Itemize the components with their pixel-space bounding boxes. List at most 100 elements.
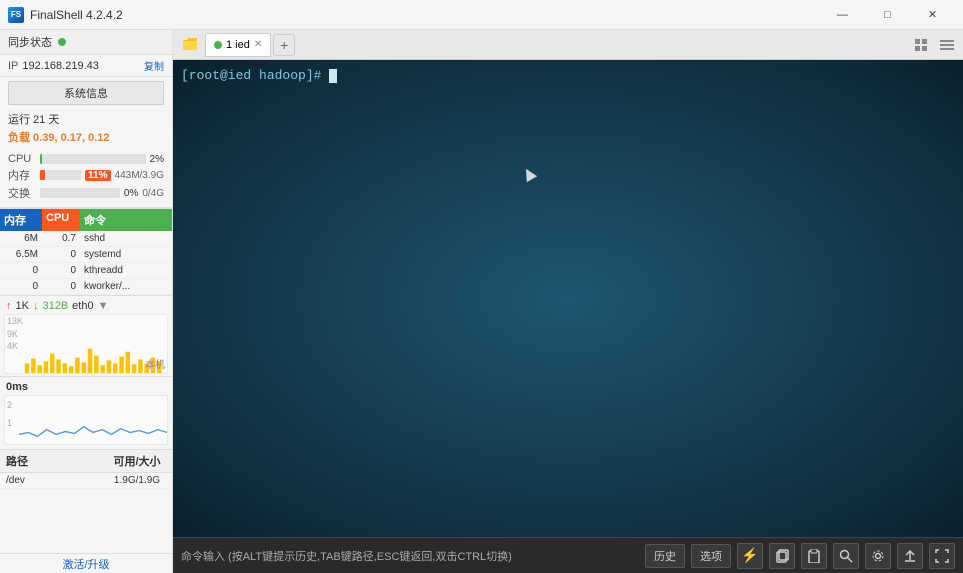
net-header: ↑ 1K ↓ 312B eth0 ▼ — [0, 298, 172, 314]
net-label-9k: 9K — [7, 328, 23, 341]
activation-button[interactable]: 激活/升级 — [0, 553, 172, 573]
proc-header-cpu: CPU — [42, 209, 80, 231]
proc-row: 0 0 kthreadd — [0, 263, 172, 279]
net-expand-icon[interactable]: ▼ — [98, 300, 109, 312]
cpu-bar — [40, 154, 42, 164]
proc-row: 0 0 kworker/... — [0, 279, 172, 295]
net-up-value: 1K — [16, 300, 29, 312]
minimize-button[interactable]: — — [820, 0, 865, 30]
terminal[interactable]: [root@ied hadoop]# — [173, 60, 963, 537]
ping-chart: 2 1 — [4, 395, 168, 445]
net-chart-local-label: 本机 — [145, 356, 165, 371]
options-button[interactable]: 选项 — [691, 544, 731, 568]
paste-button[interactable] — [801, 543, 827, 569]
terminal-prompt: [root@ied hadoop]# — [181, 68, 321, 83]
window-title: FinalShell 4.2.4.2 — [30, 8, 820, 22]
add-tab-button[interactable]: + — [273, 34, 295, 56]
upload-button[interactable] — [897, 543, 923, 569]
search-button[interactable] — [833, 543, 859, 569]
folder-button[interactable] — [177, 33, 203, 57]
proc-cpu: 0 — [42, 263, 80, 278]
ping-value: 0ms — [6, 381, 28, 393]
proc-mem: 6.5M — [0, 247, 42, 262]
proc-cmd: sshd — [80, 231, 172, 246]
disk-rows: /dev 1.9G/1.9G — [0, 473, 172, 489]
proc-header-cmd: 命令 — [80, 209, 172, 231]
menu-button[interactable] — [935, 33, 959, 57]
swap-bar-container — [40, 188, 120, 198]
swap-pct: 0% — [124, 188, 138, 199]
disk-header: 路径 可用/大小 — [0, 450, 172, 473]
sidebar: 同步状态 IP 192.168.219.43 复制 系统信息 运行 21 天 负… — [0, 30, 173, 573]
proc-rows: 6M 0.7 sshd 6.5M 0 systemd 0 0 kthreadd … — [0, 231, 172, 295]
tab-label: 1 ied — [226, 39, 250, 51]
fullscreen-button[interactable] — [929, 543, 955, 569]
disk-header-path: 路径 — [0, 450, 102, 472]
swap-label: 交换 — [8, 185, 36, 201]
cursor-block — [329, 69, 337, 83]
arrow-down-icon: ↓ — [33, 300, 39, 312]
net-iface: eth0 — [72, 300, 93, 312]
tab-bar: 1 ied ✕ + — [173, 30, 963, 60]
tab-1-ied[interactable]: 1 ied ✕ — [205, 33, 271, 57]
mem-label: 内存 — [8, 167, 36, 183]
swap-stat-row: 交换 0% 0/4G — [8, 185, 164, 201]
ping-chart-labels: 2 1 — [7, 396, 12, 432]
net-section: ↑ 1K ↓ 312B eth0 ▼ 13K 9K 4K — [0, 295, 172, 376]
ip-value: 192.168.219.43 — [22, 60, 98, 72]
copy-icon — [775, 549, 789, 563]
grid-icon — [914, 38, 928, 52]
net-down-value: 312B — [42, 300, 68, 312]
net-label-4k: 4K — [7, 340, 23, 353]
copy-button[interactable] — [769, 543, 795, 569]
net-chart: 13K 9K 4K — [4, 314, 168, 374]
app-icon: FS — [8, 7, 24, 23]
cmd-bar: 命令输入 (按ALT键提示历史,TAB键路径,ESC键返回,双击CTRL切换) … — [173, 537, 963, 573]
mouse-cursor — [521, 166, 537, 182]
mem-pct-badge: 11% — [85, 170, 110, 181]
disk-path: /dev — [0, 473, 102, 488]
ip-label: IP — [8, 60, 18, 72]
arrow-up-icon: ↑ — [6, 300, 12, 312]
ping-label-2: 2 — [7, 396, 12, 414]
disk-section: 路径 可用/大小 /dev 1.9G/1.9G — [0, 449, 172, 553]
copy-ip-button[interactable]: 复制 — [144, 58, 164, 73]
ping-chart-svg — [19, 396, 167, 444]
upload-icon — [903, 549, 917, 563]
mem-bar-container — [40, 170, 81, 180]
main-layout: 同步状态 IP 192.168.219.43 复制 系统信息 运行 21 天 负… — [0, 30, 963, 573]
mem-value: 443M/3.9G — [115, 170, 164, 181]
proc-mem: 0 — [0, 279, 42, 294]
right-panel: 1 ied ✕ + — [173, 30, 963, 573]
history-button[interactable]: 历史 — [645, 544, 685, 568]
hamburger-icon — [940, 39, 954, 51]
lightning-button[interactable]: ⚡ — [737, 543, 763, 569]
gear-button[interactable] — [865, 543, 891, 569]
close-button[interactable]: ✕ — [910, 0, 955, 30]
search-icon — [839, 549, 853, 563]
cmd-input-hint[interactable]: 命令输入 (按ALT键提示历史,TAB键路径,ESC键返回,双击CTRL切换) — [181, 548, 639, 564]
proc-cpu: 0.7 — [42, 231, 80, 246]
mem-stat-row: 内存 11% 443M/3.9G — [8, 167, 164, 183]
gear-icon — [871, 549, 885, 563]
net-label-13k: 13K — [7, 315, 23, 328]
proc-cmd: systemd — [80, 247, 172, 262]
proc-header-mem: 内存 — [0, 209, 42, 231]
grid-view-button[interactable] — [909, 33, 933, 57]
sysinfo-button[interactable]: 系统信息 — [8, 81, 164, 105]
load-average: 负载 0.39, 0.17, 0.12 — [0, 129, 172, 147]
proc-cpu: 0 — [42, 279, 80, 294]
proc-row: 6M 0.7 sshd — [0, 231, 172, 247]
maximize-button[interactable]: □ — [865, 0, 910, 30]
lightning-icon: ⚡ — [741, 547, 758, 564]
ping-header: 0ms — [0, 379, 172, 395]
tab-close-icon[interactable]: ✕ — [254, 39, 262, 50]
uptime-label: 运行 21 天 — [8, 114, 59, 126]
cpu-stat-row: CPU 2% — [8, 153, 164, 165]
stats-section: CPU 2% 内存 11% 443M/3.9G 交换 — [0, 147, 172, 208]
sync-bar: 同步状态 — [0, 30, 172, 55]
load-label: 负载 0.39, 0.17, 0.12 — [8, 132, 110, 144]
tab-status-dot — [214, 41, 222, 49]
uptime: 运行 21 天 — [0, 109, 172, 129]
proc-mem: 6M — [0, 231, 42, 246]
